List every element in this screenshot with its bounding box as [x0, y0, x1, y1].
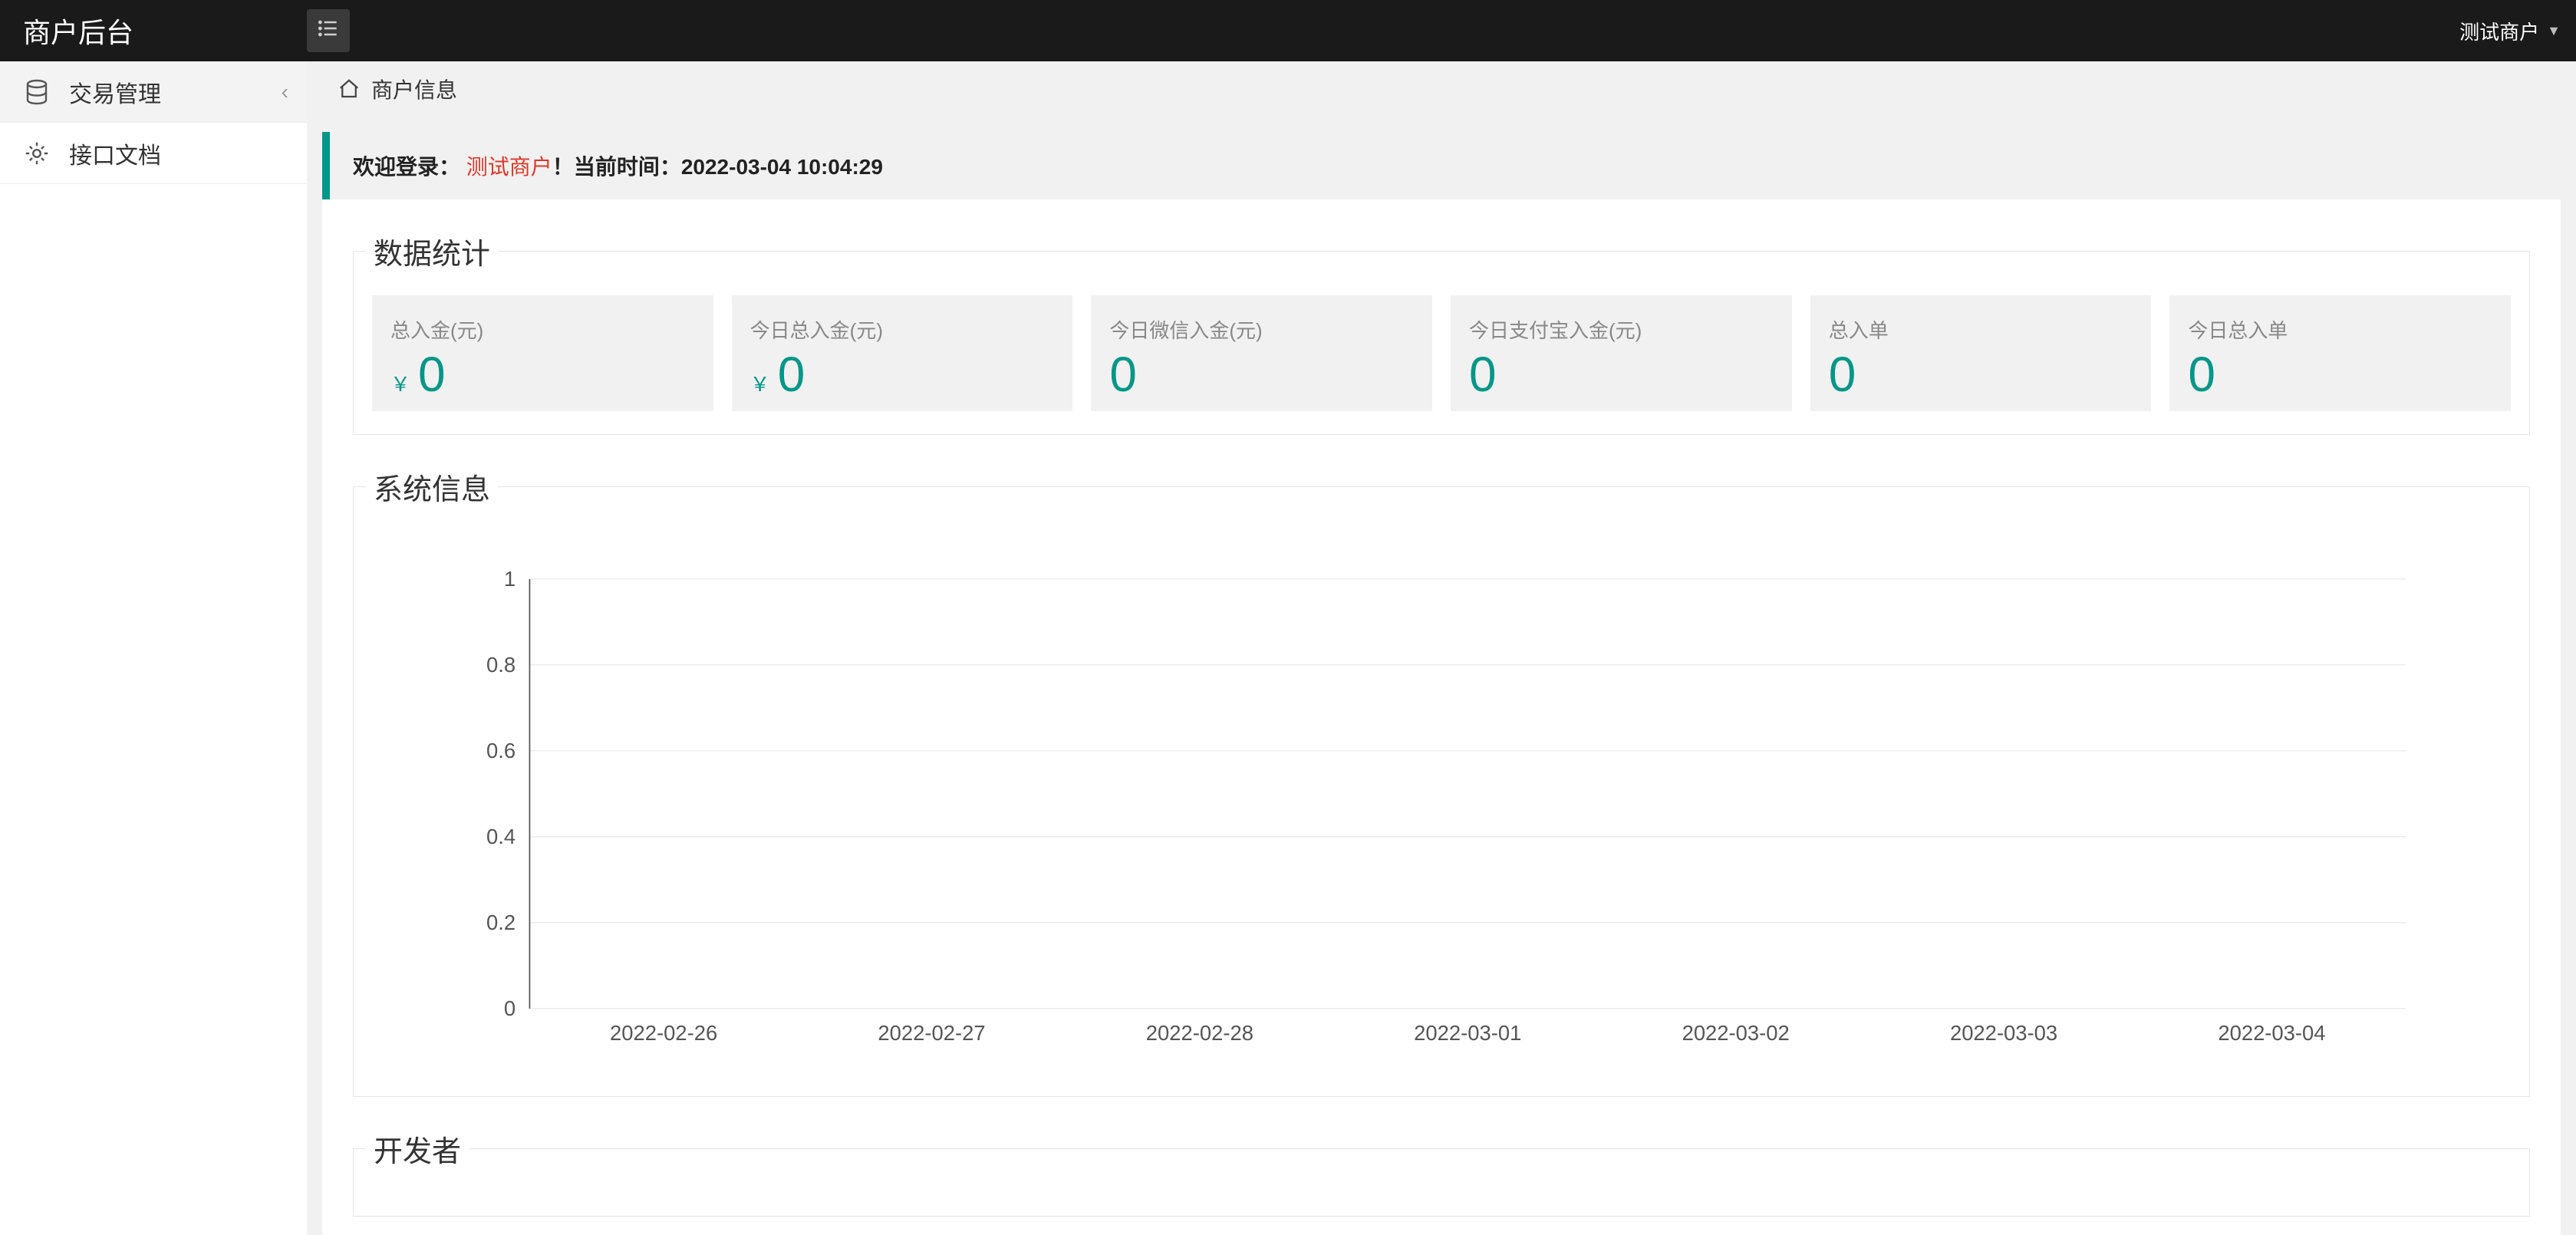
svg-text:2022-03-04: 2022-03-04	[2218, 1021, 2325, 1045]
svg-text:0.6: 0.6	[486, 739, 516, 762]
sidebar-item-label: 交易管理	[69, 75, 161, 109]
stats-row: 总入金(元)￥0今日总入金(元)￥0今日微信入金(元)0今日支付宝入金(元)0总…	[372, 295, 2511, 411]
stat-card: 总入金(元) ￥ 0	[372, 295, 713, 411]
breadcrumb: 商户信息	[322, 61, 2561, 117]
sidebar-item-apidocs[interactable]: 接口文档	[0, 123, 307, 184]
stat-label: 今日总入单	[2188, 315, 2492, 344]
welcome-name: 测试商户	[466, 155, 552, 179]
breadcrumb-title: 商户信息	[371, 74, 457, 104]
svg-text:2022-03-02: 2022-03-02	[1682, 1021, 1790, 1045]
main: 商户信息 欢迎登录： 测试商户！当前时间：2022-03-04 10:04:29…	[307, 61, 2576, 1235]
menu-toggle-button[interactable]	[307, 9, 350, 52]
home-icon	[338, 77, 361, 100]
svg-text:2022-02-26: 2022-02-26	[610, 1021, 717, 1045]
database-icon	[23, 78, 51, 106]
gear-icon	[23, 140, 51, 167]
brand-title: 商户后台	[15, 11, 307, 51]
svg-text:2022-02-28: 2022-02-28	[1146, 1021, 1253, 1045]
stat-prefix: ￥	[750, 369, 770, 397]
welcome-card: 欢迎登录： 测试商户！当前时间：2022-03-04 10:04:29 数据统计…	[322, 132, 2561, 1235]
stat-card: 今日微信入金(元) 0	[1091, 295, 1432, 411]
chevron-left-icon: ‹	[282, 80, 288, 104]
svg-text:0.2: 0.2	[486, 911, 516, 934]
stat-label: 总入单	[1829, 315, 2133, 344]
layout: 交易管理 ‹ 接口文档 商户信息 欢迎登录：	[0, 61, 2576, 1235]
stat-card: 今日支付宝入金(元) 0	[1451, 295, 1792, 411]
stat-value: 0	[1829, 350, 1856, 399]
stat-card: 今日总入金(元) ￥ 0	[732, 295, 1073, 411]
stat-value: 0	[1469, 350, 1497, 399]
developer-fieldset: 开发者	[353, 1128, 2530, 1217]
stat-value: 0	[1109, 350, 1137, 399]
svg-text:2022-02-27: 2022-02-27	[878, 1021, 985, 1045]
svg-text:2022-03-01: 2022-03-01	[1414, 1021, 1521, 1045]
welcome-alert: 欢迎登录： 测试商户！当前时间：2022-03-04 10:04:29	[322, 132, 2561, 199]
welcome-suffix: ！当前时间：	[552, 155, 681, 179]
svg-text:1: 1	[504, 567, 516, 591]
user-menu-label: 测试商户	[2459, 17, 2539, 45]
developer-legend: 开发者	[366, 1128, 469, 1170]
sidebar-item-transactions[interactable]: 交易管理 ‹	[0, 61, 307, 123]
stat-label: 总入金(元)	[390, 315, 695, 344]
svg-text:2022-03-03: 2022-03-03	[1950, 1021, 2057, 1045]
stats-fieldset: 数据统计 总入金(元)￥0今日总入金(元)￥0今日微信入金(元)0今日支付宝入金…	[353, 230, 2530, 435]
welcome-time: 2022-03-04 10:04:29	[681, 155, 883, 179]
sidebar: 交易管理 ‹ 接口文档	[0, 61, 307, 1235]
caret-down-icon: ▼	[2547, 23, 2561, 39]
stat-value: 0	[778, 350, 805, 399]
stat-label: 今日总入金(元)	[750, 315, 1055, 344]
stats-legend: 数据统计	[366, 230, 498, 272]
stat-prefix: ￥	[390, 369, 410, 397]
sysinfo-legend: 系统信息	[366, 466, 498, 508]
stat-value: 0	[418, 350, 446, 399]
line-chart: 0 0.2 0.4 0.6 0.8 1 2022-02-26 2022-02-27 2022-0…	[418, 562, 2465, 1052]
stat-card: 总入单 0	[1810, 295, 2152, 411]
welcome-prefix: 欢迎登录：	[353, 155, 460, 179]
list-icon	[316, 16, 341, 46]
stat-value: 0	[2188, 350, 2215, 399]
svg-text:0: 0	[504, 996, 516, 1020]
stat-label: 今日微信入金(元)	[1109, 315, 1414, 344]
stat-card: 今日总入单 0	[2169, 295, 2511, 411]
user-menu[interactable]: 测试商户 ▼	[2459, 17, 2561, 45]
svg-text:0.8: 0.8	[486, 653, 516, 677]
sysinfo-fieldset: 系统信息 0 0.2 0.4 0.6 0.8 1 2022-02-26 2022-02-27 2…	[353, 466, 2530, 1097]
chart-wrap: 0 0.2 0.4 0.6 0.8 1 2022-02-26 2022-02-27 2022-0…	[372, 531, 2511, 1073]
svg-text:0.4: 0.4	[486, 825, 516, 848]
stat-label: 今日支付宝入金(元)	[1469, 315, 1774, 344]
sidebar-item-label: 接口文档	[69, 137, 161, 170]
topbar: 商户后台 测试商户 ▼	[0, 0, 2576, 61]
